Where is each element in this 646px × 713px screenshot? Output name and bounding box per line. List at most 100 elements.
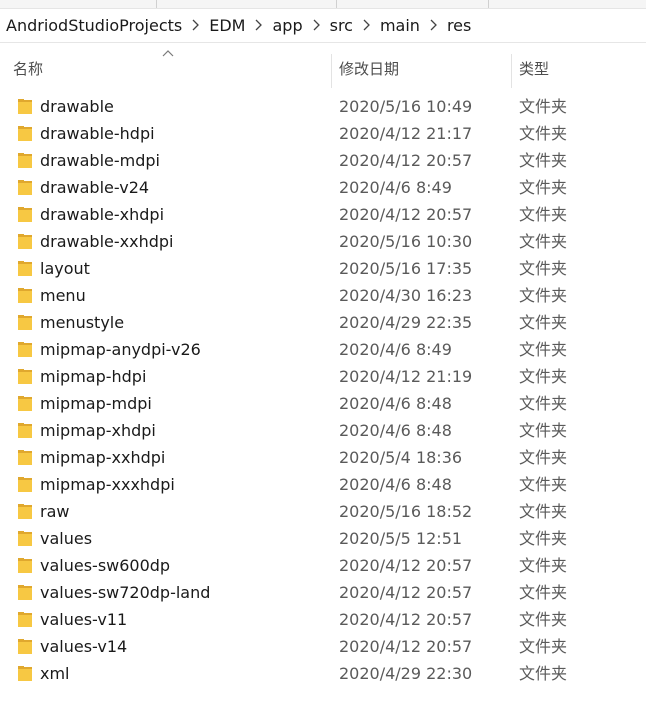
chevron-right-icon[interactable] bbox=[430, 16, 437, 35]
file-row[interactable]: values-v14 2020/4/12 20:57 文件夹 bbox=[0, 633, 646, 660]
file-row[interactable]: drawable-v24 2020/4/6 8:49 文件夹 bbox=[0, 174, 646, 201]
file-name[interactable]: menu bbox=[40, 282, 86, 309]
column-header-type[interactable]: 类型 bbox=[519, 44, 549, 92]
breadcrumb-item[interactable]: AndriodStudioProjects bbox=[6, 16, 182, 35]
folder-icon bbox=[18, 234, 32, 249]
file-name[interactable]: values-sw600dp bbox=[40, 552, 170, 579]
breadcrumb[interactable]: AndriodStudioProjects EDM app src main res bbox=[0, 9, 646, 43]
file-row[interactable]: values-v11 2020/4/12 20:57 文件夹 bbox=[0, 606, 646, 633]
file-name[interactable]: mipmap-xhdpi bbox=[40, 417, 156, 444]
folder-icon bbox=[18, 369, 32, 384]
file-modified-date: 2020/4/12 20:57 bbox=[339, 151, 473, 170]
folder-icon bbox=[18, 558, 32, 573]
file-name[interactable]: values-v11 bbox=[40, 606, 127, 633]
column-header-row: 名称 修改日期 类型 bbox=[0, 44, 646, 92]
file-type: 文件夹 bbox=[519, 664, 568, 683]
folder-icon bbox=[18, 396, 32, 411]
file-row[interactable]: mipmap-anydpi-v26 2020/4/6 8:49 文件夹 bbox=[0, 336, 646, 363]
file-name[interactable]: xml bbox=[40, 660, 70, 687]
file-row[interactable]: raw 2020/5/16 18:52 文件夹 bbox=[0, 498, 646, 525]
file-name[interactable]: values-v14 bbox=[40, 633, 127, 660]
file-modified-date: 2020/4/30 16:23 bbox=[339, 286, 473, 305]
file-name[interactable]: drawable-v24 bbox=[40, 174, 149, 201]
folder-icon bbox=[18, 612, 32, 627]
folder-icon bbox=[18, 423, 32, 438]
file-type: 文件夹 bbox=[519, 394, 568, 413]
file-type: 文件夹 bbox=[519, 124, 568, 143]
file-name[interactable]: mipmap-xxxhdpi bbox=[40, 471, 175, 498]
file-modified-date: 2020/4/6 8:48 bbox=[339, 475, 452, 494]
file-modified-date: 2020/4/12 20:57 bbox=[339, 637, 473, 656]
file-row[interactable]: xml 2020/4/29 22:30 文件夹 bbox=[0, 660, 646, 687]
file-modified-date: 2020/4/12 20:57 bbox=[339, 583, 473, 602]
file-name[interactable]: mipmap-anydpi-v26 bbox=[40, 336, 201, 363]
file-row[interactable]: drawable-xxhdpi 2020/5/16 10:30 文件夹 bbox=[0, 228, 646, 255]
column-header-date[interactable]: 修改日期 bbox=[339, 44, 399, 92]
file-name[interactable]: values-sw720dp-land bbox=[40, 579, 210, 606]
breadcrumb-item[interactable]: app bbox=[272, 16, 302, 35]
file-modified-date: 2020/5/4 18:36 bbox=[339, 448, 463, 467]
file-row[interactable]: values 2020/5/5 12:51 文件夹 bbox=[0, 525, 646, 552]
file-type: 文件夹 bbox=[519, 583, 568, 602]
file-name[interactable]: mipmap-xxhdpi bbox=[40, 444, 165, 471]
folder-icon bbox=[18, 639, 32, 654]
file-type: 文件夹 bbox=[519, 178, 568, 197]
file-row[interactable]: mipmap-xxxhdpi 2020/4/6 8:48 文件夹 bbox=[0, 471, 646, 498]
column-header-name[interactable]: 名称 bbox=[13, 44, 43, 92]
file-name[interactable]: mipmap-mdpi bbox=[40, 390, 152, 417]
file-row[interactable]: layout 2020/5/16 17:35 文件夹 bbox=[0, 255, 646, 282]
chevron-right-icon[interactable] bbox=[255, 16, 263, 35]
breadcrumb-item[interactable]: EDM bbox=[209, 16, 245, 35]
file-modified-date: 2020/5/16 10:30 bbox=[339, 232, 473, 251]
file-row[interactable]: drawable-xhdpi 2020/4/12 20:57 文件夹 bbox=[0, 201, 646, 228]
file-name[interactable]: mipmap-hdpi bbox=[40, 363, 146, 390]
file-row[interactable]: mipmap-hdpi 2020/4/12 21:19 文件夹 bbox=[0, 363, 646, 390]
folder-icon bbox=[18, 207, 32, 222]
file-row[interactable]: menustyle 2020/4/29 22:35 文件夹 bbox=[0, 309, 646, 336]
file-name[interactable]: raw bbox=[40, 498, 69, 525]
file-type: 文件夹 bbox=[519, 475, 568, 494]
file-modified-date: 2020/4/6 8:48 bbox=[339, 394, 452, 413]
folder-icon bbox=[18, 261, 32, 276]
file-name[interactable]: drawable-hdpi bbox=[40, 120, 155, 147]
file-row[interactable]: mipmap-xhdpi 2020/4/6 8:48 文件夹 bbox=[0, 417, 646, 444]
file-row[interactable]: values-sw720dp-land 2020/4/12 20:57 文件夹 bbox=[0, 579, 646, 606]
breadcrumb-item[interactable]: main bbox=[380, 16, 420, 35]
breadcrumb-item[interactable]: res bbox=[447, 16, 471, 35]
file-name[interactable]: drawable bbox=[40, 93, 114, 120]
chevron-right-icon[interactable] bbox=[363, 16, 370, 35]
sort-ascending-icon bbox=[162, 47, 174, 59]
file-modified-date: 2020/5/16 18:52 bbox=[339, 502, 473, 521]
file-row[interactable]: mipmap-mdpi 2020/4/6 8:48 文件夹 bbox=[0, 390, 646, 417]
file-modified-date: 2020/4/12 20:57 bbox=[339, 205, 473, 224]
file-row[interactable]: menu 2020/4/30 16:23 文件夹 bbox=[0, 282, 646, 309]
file-row[interactable]: drawable 2020/5/16 10:49 文件夹 bbox=[0, 93, 646, 120]
file-row[interactable]: values-sw600dp 2020/4/12 20:57 文件夹 bbox=[0, 552, 646, 579]
column-divider[interactable] bbox=[511, 54, 512, 88]
chevron-right-icon[interactable] bbox=[313, 16, 320, 35]
chevron-right-icon[interactable] bbox=[192, 16, 200, 35]
ribbon-divider bbox=[336, 0, 337, 8]
folder-icon bbox=[18, 126, 32, 141]
file-modified-date: 2020/4/12 21:19 bbox=[339, 367, 473, 386]
file-name[interactable]: menustyle bbox=[40, 309, 124, 336]
folder-icon bbox=[18, 342, 32, 357]
file-modified-date: 2020/4/6 8:48 bbox=[339, 421, 452, 440]
column-divider[interactable] bbox=[331, 54, 332, 88]
file-row[interactable]: drawable-hdpi 2020/4/12 21:17 文件夹 bbox=[0, 120, 646, 147]
file-type: 文件夹 bbox=[519, 367, 568, 386]
file-row[interactable]: drawable-mdpi 2020/4/12 20:57 文件夹 bbox=[0, 147, 646, 174]
file-type: 文件夹 bbox=[519, 151, 568, 170]
breadcrumb-item[interactable]: src bbox=[330, 16, 353, 35]
file-modified-date: 2020/4/12 20:57 bbox=[339, 610, 473, 629]
file-name[interactable]: drawable-xxhdpi bbox=[40, 228, 173, 255]
file-type: 文件夹 bbox=[519, 97, 568, 116]
folder-icon bbox=[18, 180, 32, 195]
file-row[interactable]: mipmap-xxhdpi 2020/5/4 18:36 文件夹 bbox=[0, 444, 646, 471]
file-name[interactable]: layout bbox=[40, 255, 90, 282]
file-name[interactable]: values bbox=[40, 525, 92, 552]
file-type: 文件夹 bbox=[519, 205, 568, 224]
file-name[interactable]: drawable-mdpi bbox=[40, 147, 160, 174]
ribbon-divider bbox=[488, 0, 489, 8]
file-name[interactable]: drawable-xhdpi bbox=[40, 201, 164, 228]
